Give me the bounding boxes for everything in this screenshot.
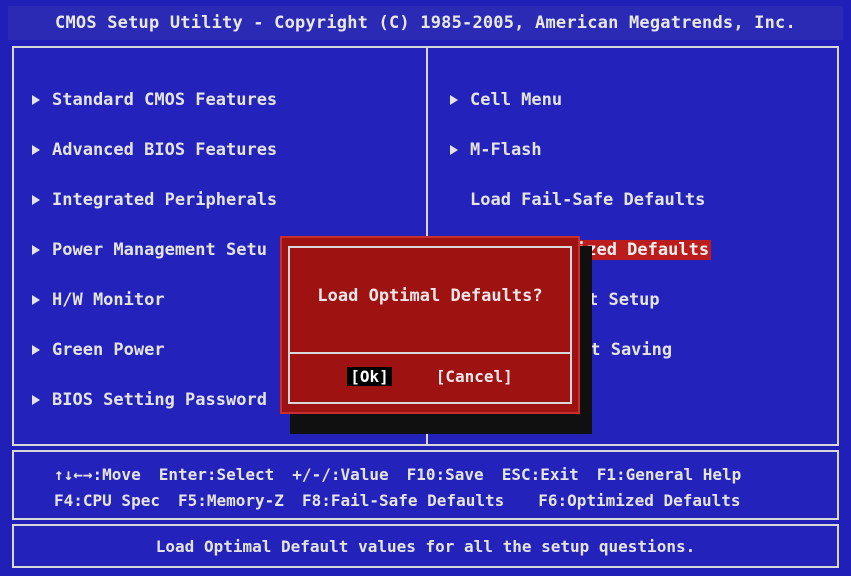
arrow-right-icon: [450, 95, 458, 105]
arrow-right-icon: [450, 145, 458, 155]
arrow-right-icon: [32, 345, 40, 355]
status-bar: Load Optimal Default values for all the …: [12, 524, 839, 568]
cancel-button[interactable]: [Cancel]: [436, 367, 513, 386]
dialog-message: Load Optimal Defaults?: [317, 286, 543, 306]
menu-item-label: Load Fail-Safe Defaults: [470, 190, 706, 210]
menu-item-hw-monitor[interactable]: H/W Monitor: [32, 286, 165, 314]
title-bar: CMOS Setup Utility - Copyright (C) 1985-…: [8, 6, 843, 40]
confirm-dialog: Load Optimal Defaults? [Ok] [Cancel]: [280, 236, 580, 414]
arrow-right-icon: [32, 95, 40, 105]
menu-item-bios-setting-password[interactable]: BIOS Setting Password: [32, 386, 267, 414]
arrow-right-icon: [32, 245, 40, 255]
menu-item-label: t Setup: [588, 290, 660, 310]
menu-item-label: Green Power: [52, 340, 165, 360]
menu-item-exit-without-saving[interactable]: ut Saving: [580, 336, 672, 364]
menu-item-label: Integrated Peripherals: [52, 190, 278, 210]
menu-item-label: Cell Menu: [470, 90, 563, 110]
help-key-move: ↑↓←→:Move: [54, 464, 141, 484]
menu-item-label-highlighted: ized Defaults: [574, 240, 712, 260]
menu-item-advanced-bios-features[interactable]: Advanced BIOS Features: [32, 136, 277, 164]
help-key-save: F10:Save: [406, 464, 484, 484]
arrow-right-icon: [32, 145, 40, 155]
help-line-2: F4:CPU Spec F5:Memory-Z F8:Fail-Safe Def…: [54, 488, 759, 512]
menu-item-label: Standard CMOS Features: [52, 90, 278, 110]
menu-item-power-management-setup[interactable]: Power Management Setu: [32, 236, 267, 264]
menu-item-standard-cmos-features[interactable]: Standard CMOS Features: [32, 86, 277, 114]
menu-item-label: ut Saving: [580, 340, 673, 360]
menu-item-label: H/W Monitor: [52, 290, 165, 310]
status-text: Load Optimal Default values for all the …: [155, 536, 696, 556]
title-text: CMOS Setup Utility - Copyright (C) 1985-…: [55, 13, 796, 33]
menu-item-green-power[interactable]: Green Power: [32, 336, 165, 364]
menu-item-m-flash[interactable]: M-Flash: [450, 136, 542, 164]
menu-item-bios-setup[interactable]: t Setup: [588, 286, 660, 314]
menu-item-label: M-Flash: [470, 140, 542, 160]
menu-item-label: Power Management Setu: [52, 240, 267, 260]
key-help-panel: ↑↓←→:Move Enter:Select +/-/:Value F10:Sa…: [12, 450, 839, 520]
help-key-exit: ESC:Exit: [501, 464, 579, 484]
dialog-separator: [290, 352, 570, 354]
arrow-right-icon: [32, 395, 40, 405]
help-key-memory-z: F5:Memory-Z: [177, 490, 284, 510]
arrow-right-icon: [32, 195, 40, 205]
help-key-optimized-defaults: F6:Optimized Defaults: [538, 490, 741, 510]
menu-item-integrated-peripherals[interactable]: Integrated Peripherals: [32, 186, 277, 214]
help-key-value: +/-/:Value: [292, 464, 389, 484]
menu-item-label: BIOS Setting Password: [52, 390, 267, 410]
help-key-select: Enter:Select: [158, 464, 275, 484]
arrow-right-icon: [32, 295, 40, 305]
ok-button[interactable]: [Ok]: [347, 366, 392, 386]
bios-screen: CMOS Setup Utility - Copyright (C) 1985-…: [0, 0, 851, 576]
dialog-frame: Load Optimal Defaults? [Ok] [Cancel]: [288, 246, 572, 404]
dialog-buttons: [Ok] [Cancel]: [290, 364, 570, 388]
help-key-general-help: F1:General Help: [596, 464, 742, 484]
help-key-fail-safe-defaults: F8:Fail-Safe Defaults: [301, 490, 505, 510]
help-key-cpu-spec: F4:CPU Spec: [54, 490, 160, 510]
menu-item-cell-menu[interactable]: Cell Menu: [450, 86, 562, 114]
menu-item-label: Advanced BIOS Features: [52, 140, 278, 160]
help-line-1: ↑↓←→:Move Enter:Select +/-/:Value F10:Sa…: [54, 462, 759, 486]
menu-item-load-optimized-defaults[interactable]: ized Defaults: [574, 236, 712, 264]
menu-item-load-fail-safe-defaults[interactable]: Load Fail-Safe Defaults: [470, 186, 705, 214]
